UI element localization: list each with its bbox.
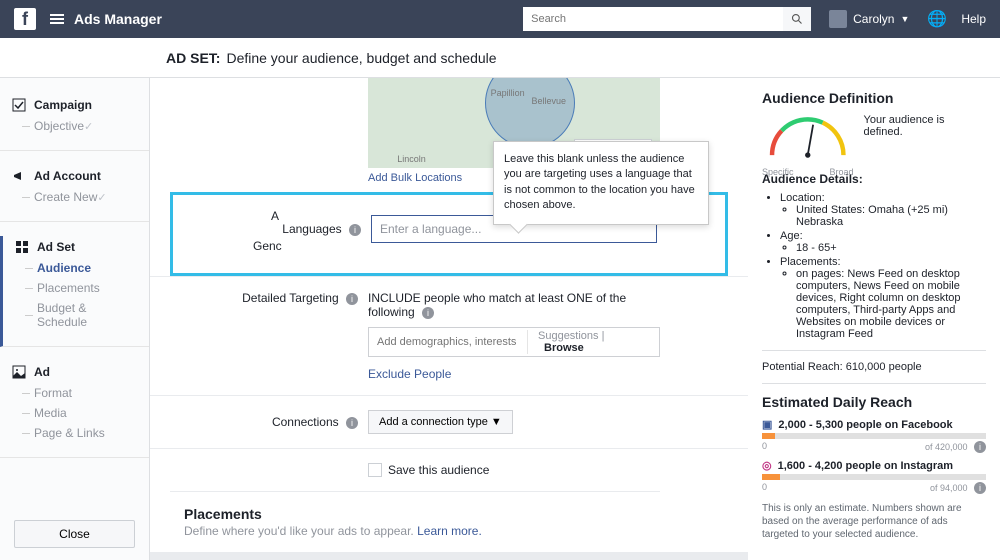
sidebar: Campaign Objective✓ Ad Account Create Ne…	[0, 78, 150, 560]
megaphone-icon	[12, 169, 26, 183]
languages-tooltip: Leave this blank unless the audience you…	[493, 141, 709, 225]
nav-item-page-links[interactable]: Page & Links	[0, 423, 149, 443]
instagram-reach-bar	[762, 474, 986, 480]
help-link[interactable]: Help	[961, 12, 986, 26]
save-audience-section: Save this audience	[150, 448, 748, 491]
close-button[interactable]: Close	[14, 520, 135, 548]
user-menu[interactable]: Carolyn ▼	[829, 10, 909, 28]
image-icon	[12, 365, 26, 379]
detailed-targeting-input[interactable]	[369, 328, 527, 356]
nav-group-ad-account: Ad Account Create New✓	[0, 165, 149, 222]
connections-dropdown[interactable]: Add a connection type ▼	[368, 410, 513, 434]
connections-section: Connections i Add a connection type ▼	[150, 395, 748, 448]
nav-item-budget-schedule[interactable]: Budget & Schedule	[3, 298, 149, 332]
nav-group-campaign: Campaign Objective✓	[0, 94, 149, 151]
facebook-logo[interactable]: f	[14, 8, 36, 30]
save-audience-label: Save this audience	[388, 463, 489, 477]
nav-item-audience[interactable]: Audience	[3, 258, 149, 278]
subheader: AD SET: Define your audience, budget and…	[0, 38, 1000, 78]
checkbox-icon	[12, 98, 26, 112]
topbar: f Ads Manager Carolyn ▼ 🌐 Help	[0, 0, 1000, 38]
audience-gauge: SpecificBroad	[762, 114, 854, 164]
username: Carolyn	[853, 12, 894, 26]
info-icon[interactable]: i	[974, 482, 986, 494]
info-icon[interactable]: i	[346, 417, 358, 429]
search-wrap	[523, 7, 811, 31]
suggestions-link[interactable]: Suggestions	[538, 330, 599, 342]
detailed-targeting-section: Detailed Targeting i INCLUDE people who …	[150, 276, 748, 395]
nav-group-ad: Ad Format Media Page & Links	[0, 361, 149, 458]
exclude-people-link[interactable]: Exclude People	[368, 367, 451, 381]
search-button[interactable]	[783, 7, 811, 31]
check-icon: ✓	[84, 121, 93, 133]
nav-item-media[interactable]: Media	[0, 403, 149, 423]
save-audience-checkbox[interactable]	[368, 463, 382, 477]
potential-reach: Potential Reach: 610,000 people	[762, 361, 986, 373]
placements-block: Placements Define where you'd like your …	[170, 491, 660, 552]
nav-item-create-new[interactable]: Create New✓	[0, 187, 149, 207]
nav-head-ad-account[interactable]: Ad Account	[0, 165, 149, 187]
detailed-targeting-input-wrap: Suggestions | Browse	[368, 327, 660, 357]
browse-link[interactable]: Browse	[544, 342, 584, 354]
nav-head-campaign[interactable]: Campaign	[0, 94, 149, 116]
audience-summary: Your audience is defined.	[864, 114, 986, 138]
content: Papillion Bellevue Lincoln 📍 Drop Pin Ad…	[150, 78, 748, 560]
hamburger-icon[interactable]	[50, 12, 64, 26]
nav-item-objective[interactable]: Objective✓	[0, 116, 149, 136]
main: Campaign Objective✓ Ad Account Create Ne…	[0, 78, 1000, 560]
info-icon[interactable]: i	[422, 307, 434, 319]
info-icon[interactable]: i	[346, 293, 358, 305]
daily-reach-title: Estimated Daily Reach	[762, 394, 986, 410]
audience-card: Papillion Bellevue Lincoln 📍 Drop Pin Ad…	[150, 78, 748, 552]
info-icon[interactable]: i	[974, 441, 986, 453]
audience-details-list: Location:United States: Omaha (+25 mi) N…	[762, 192, 986, 340]
search-icon	[791, 13, 803, 25]
subheader-text: Define your audience, budget and schedul…	[226, 50, 496, 66]
grid-icon	[15, 240, 29, 254]
audience-definition-title: Audience Definition	[762, 90, 986, 106]
nav-group-ad-set: Ad Set Audience Placements Budget & Sche…	[0, 236, 149, 347]
languages-highlight: A Genc Leave this blank unless the audie…	[170, 192, 728, 276]
nav-head-ad-set[interactable]: Ad Set	[3, 236, 149, 258]
placements-title: Placements	[184, 506, 660, 522]
app-title: Ads Manager	[74, 11, 162, 27]
subheader-prefix: AD SET:	[166, 50, 220, 66]
globe-icon[interactable]: 🌐	[927, 9, 947, 29]
nav-item-placements[interactable]: Placements	[3, 278, 149, 298]
facebook-icon: ▣	[762, 418, 772, 431]
reach-note: This is only an estimate. Numbers shown …	[762, 502, 986, 541]
learn-more-link[interactable]: Learn more.	[417, 524, 482, 538]
check-icon: ✓	[97, 192, 106, 204]
languages-row: Leave this blank unless the audience you…	[371, 215, 657, 243]
nav-item-format[interactable]: Format	[0, 383, 149, 403]
info-icon[interactable]: i	[349, 224, 361, 236]
avatar	[829, 10, 847, 28]
search-input[interactable]	[523, 7, 783, 31]
facebook-reach-bar	[762, 433, 986, 439]
right-column: Audience Definition SpecificBroad Your a…	[748, 78, 1000, 560]
caret-down-icon: ▼	[900, 14, 909, 24]
instagram-icon: ◎	[762, 459, 772, 472]
nav-head-ad[interactable]: Ad	[0, 361, 149, 383]
